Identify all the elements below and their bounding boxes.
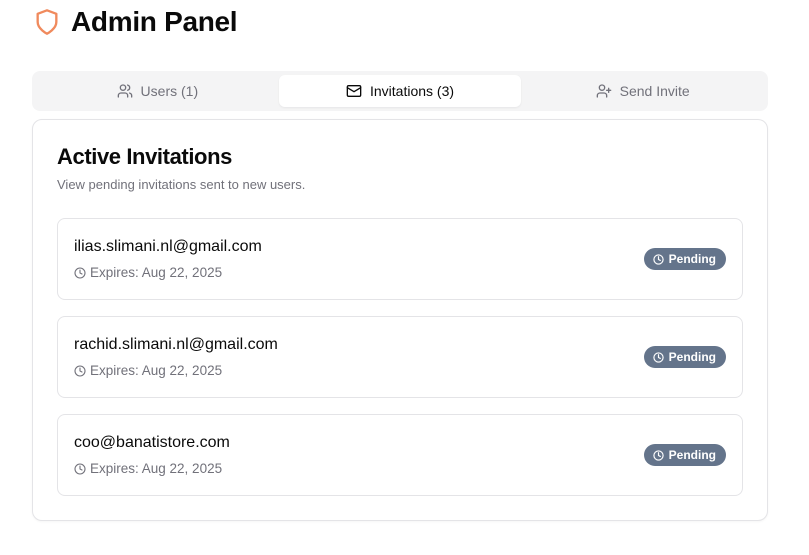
status-badge-label: Pending [668, 350, 716, 364]
tab-users-label: Users (1) [140, 83, 199, 99]
invitations-card: Active Invitations View pending invitati… [32, 119, 768, 521]
invitation-expiry: Expires: Aug 22, 2025 [74, 461, 222, 476]
invitation-item: ilias.slimani.nl@gmail.com Expires: Aug … [57, 218, 743, 300]
user-plus-icon [596, 83, 612, 99]
invitation-list: ilias.slimani.nl@gmail.com Expires: Aug … [57, 218, 743, 496]
page-header: Admin Panel [33, 6, 238, 38]
card-subtitle: View pending invitations sent to new use… [57, 177, 306, 192]
tab-users[interactable]: Users (1) [36, 75, 279, 107]
invitation-email: coo@banatistore.com [74, 434, 230, 451]
invitation-expiry: Expires: Aug 22, 2025 [74, 363, 222, 378]
clock-icon [74, 364, 86, 377]
status-badge: Pending [643, 346, 726, 368]
invitation-expiry-text: Expires: Aug 22, 2025 [90, 363, 223, 378]
tab-invitations[interactable]: Invitations (3) [278, 75, 522, 107]
tab-invitations-label: Invitations (3) [369, 83, 455, 99]
status-badge-label: Pending [668, 448, 716, 462]
tab-list: Users (1) Invitations (3) Send Invite [32, 71, 768, 111]
shield-icon [33, 7, 61, 37]
clock-icon [74, 462, 86, 475]
clock-icon [74, 266, 86, 279]
clock-icon [652, 449, 664, 461]
status-badge: Pending [643, 248, 726, 270]
invitation-expiry-text: Expires: Aug 22, 2025 [90, 265, 223, 280]
invitation-expiry-text: Expires: Aug 22, 2025 [90, 461, 223, 476]
tab-send-invite-label: Send Invite [619, 83, 690, 99]
invitation-expiry: Expires: Aug 22, 2025 [74, 265, 222, 280]
card-title: Active Invitations [57, 144, 232, 169]
status-badge-label: Pending [668, 252, 716, 266]
clock-icon [652, 253, 664, 265]
tab-send-invite[interactable]: Send Invite [521, 75, 764, 107]
status-badge: Pending [643, 444, 726, 466]
invitation-item: rachid.slimani.nl@gmail.com Expires: Aug… [57, 316, 743, 398]
invitation-email: ilias.slimani.nl@gmail.com [74, 238, 262, 255]
invitation-email: rachid.slimani.nl@gmail.com [74, 336, 278, 353]
page-title: Admin Panel [71, 6, 238, 37]
users-icon [117, 83, 133, 99]
mail-icon [346, 83, 362, 99]
clock-icon [652, 351, 664, 363]
invitation-item: coo@banatistore.com Expires: Aug 22, 202… [57, 414, 743, 496]
